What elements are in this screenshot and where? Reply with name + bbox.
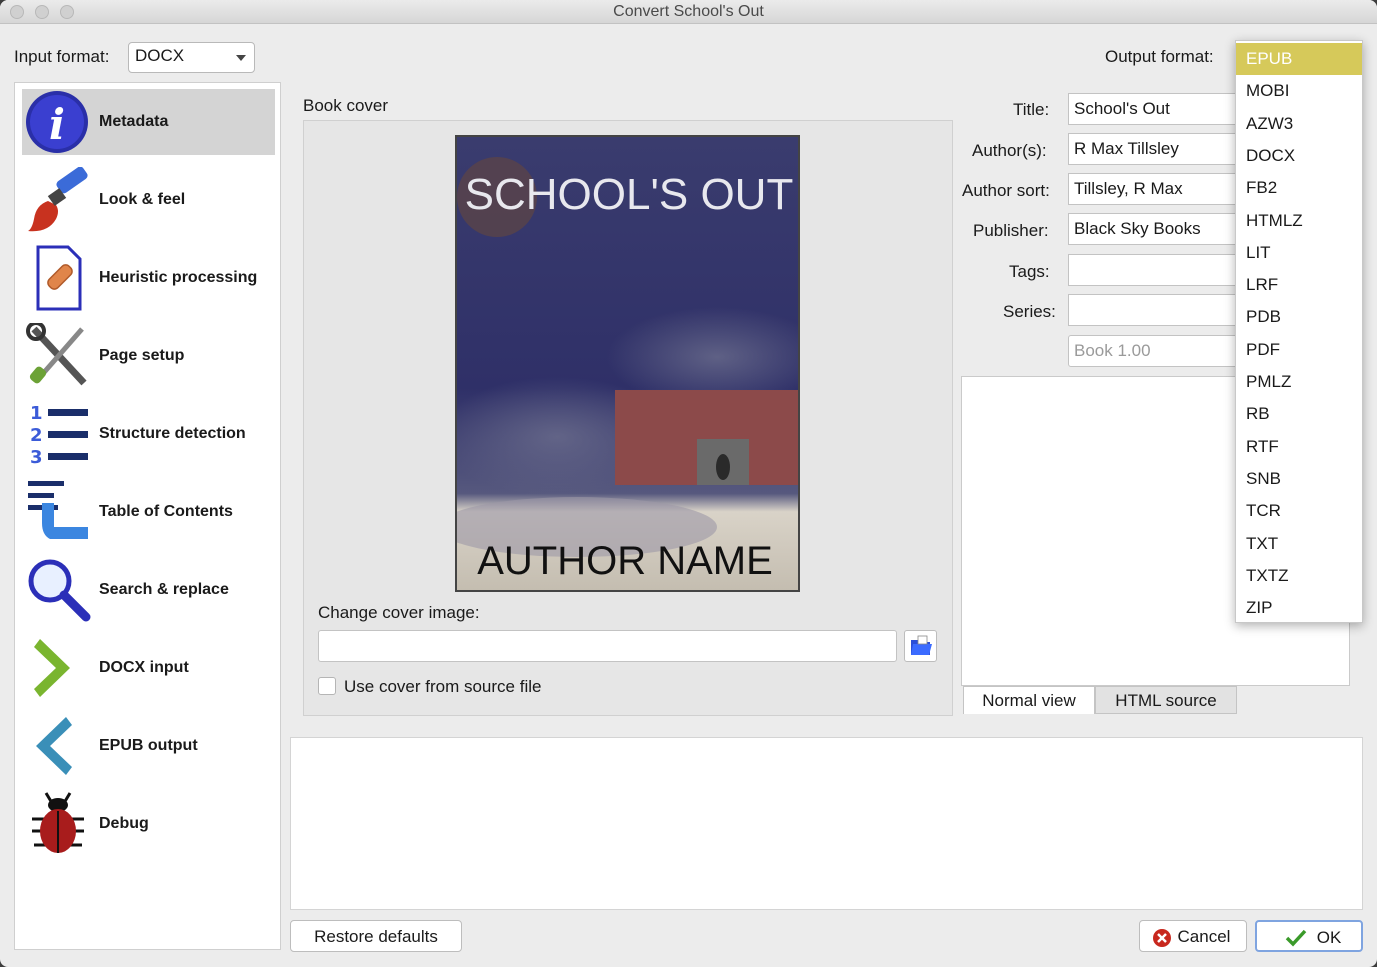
cancel-button[interactable]: Cancel (1139, 920, 1247, 952)
output-format-option[interactable]: MOBI (1236, 75, 1362, 107)
cancel-label: Cancel (1177, 927, 1231, 946)
convert-dialog: Convert School's Out Input format: DOCX … (0, 0, 1377, 967)
output-format-option[interactable]: SNB (1236, 463, 1362, 495)
sidebar-item-metadata[interactable]: i Metadata (22, 89, 275, 155)
change-cover-label: Change cover image: (318, 603, 480, 622)
output-format-option[interactable]: FB2 (1236, 172, 1362, 204)
authors-label: Author(s): (972, 141, 1047, 160)
svg-text:3: 3 (30, 447, 43, 467)
tags-label: Tags: (1009, 262, 1050, 281)
cover-image: SCHOOL'S OUT AUTHOR NAME (455, 135, 800, 592)
bug-icon (32, 792, 84, 853)
magnifier-icon (28, 559, 91, 622)
chevron-down-icon (236, 55, 246, 61)
sidebar-item-label: EPUB output (99, 737, 198, 754)
output-format-option[interactable]: ZIP (1236, 592, 1362, 624)
series-index-input[interactable]: Book 1.00 (1068, 335, 1243, 367)
output-format-dropdown[interactable]: EPUB MOBI AZW3 DOCX FB2 HTMLZ LIT LRF PDB PDF PMLZ… (1235, 40, 1363, 623)
toc-hand-icon (28, 481, 88, 539)
input-format-label: Input format: (14, 47, 110, 66)
sidebar-item-label: Search & replace (99, 581, 229, 598)
restore-defaults-button[interactable]: Restore defaults (290, 920, 462, 952)
checkmark-icon (1285, 929, 1307, 947)
svg-text:1: 1 (30, 403, 43, 424)
sidebar-item-epub-output[interactable]: EPUB output (22, 713, 275, 779)
output-format-option[interactable]: PMLZ (1236, 366, 1362, 398)
output-format-option[interactable]: LRF (1236, 269, 1362, 301)
sidebar-item-label: DOCX input (99, 659, 189, 676)
sidebar-item-label: Page setup (99, 347, 185, 364)
output-format-label: Output format: (1105, 47, 1214, 66)
sidebar-item-label: Heuristic processing (99, 269, 258, 286)
sidebar-item-structure-detection[interactable]: 1 2 3 Structure detection (22, 401, 275, 467)
output-format-option[interactable]: RTF (1236, 431, 1362, 463)
output-format-option[interactable]: PDF (1236, 334, 1362, 366)
output-format-option[interactable]: RB (1236, 398, 1362, 430)
folder-open-icon (911, 635, 932, 655)
authors-input[interactable]: R Max Tillsley (1068, 133, 1243, 165)
title-input[interactable]: School's Out (1068, 93, 1243, 125)
cancel-icon (1153, 929, 1171, 947)
title-label: Title: (1013, 100, 1050, 119)
output-format-option[interactable]: PDB (1236, 301, 1362, 333)
use-source-cover-label: Use cover from source file (344, 677, 542, 696)
cover-path-input[interactable] (318, 630, 897, 662)
book-cover-label: Book cover (303, 96, 389, 115)
output-format-option[interactable]: TCR (1236, 495, 1362, 527)
publisher-label: Publisher: (973, 221, 1049, 240)
sidebar-item-label: Metadata (99, 113, 169, 130)
sidebar-item-label: Look & feel (99, 191, 186, 208)
sidebar-item-label: Debug (99, 815, 149, 832)
svg-text:i: i (49, 100, 65, 149)
sidebar-item-debug[interactable]: Debug (22, 791, 275, 857)
chevron-right-icon (34, 639, 70, 697)
document-patch-icon (36, 245, 82, 311)
output-format-option[interactable]: EPUB (1236, 43, 1362, 75)
cover-title-text: SCHOOL'S OUT (465, 170, 794, 219)
ok-button[interactable]: OK (1255, 920, 1363, 952)
info-icon: i (26, 91, 88, 153)
chevron-left-icon (36, 717, 72, 775)
sidebar-item-label: Table of Contents (99, 503, 233, 520)
tools-icon (26, 323, 87, 386)
sidebar-item-page-setup[interactable]: Page setup (22, 323, 275, 389)
publisher-input[interactable]: Black Sky Books (1068, 213, 1243, 245)
author-sort-label: Author sort: (962, 181, 1050, 200)
output-format-option[interactable]: DOCX (1236, 140, 1362, 172)
sidebar-item-docx-input[interactable]: DOCX input (22, 635, 275, 701)
tab-html-source[interactable]: HTML source (1095, 686, 1237, 714)
sidebar: i Metadata Look & feel Heuristic process… (14, 82, 281, 950)
output-format-option[interactable]: LIT (1236, 237, 1362, 269)
output-format-option[interactable]: HTMLZ (1236, 205, 1362, 237)
tab-normal-view[interactable]: Normal view (963, 686, 1095, 714)
input-format-value: DOCX (135, 46, 185, 65)
sidebar-item-table-of-contents[interactable]: Table of Contents (22, 479, 275, 545)
use-source-cover-checkbox[interactable] (318, 677, 336, 695)
sidebar-item-heuristic-processing[interactable]: Heuristic processing (22, 245, 275, 311)
browse-cover-button[interactable] (904, 630, 937, 662)
help-text-panel (290, 737, 1363, 910)
cover-author-text: AUTHOR NAME (477, 539, 773, 583)
output-format-option[interactable]: AZW3 (1236, 108, 1362, 140)
numbered-list-icon: 1 2 3 (30, 403, 88, 467)
series-input[interactable] (1068, 294, 1243, 326)
svg-text:2: 2 (30, 425, 43, 446)
sidebar-item-search-replace[interactable]: Search & replace (22, 557, 275, 623)
sidebar-item-label: Structure detection (99, 425, 246, 442)
paintbrush-icon (28, 167, 88, 232)
sidebar-item-look-and-feel[interactable]: Look & feel (22, 167, 275, 233)
series-label: Series: (1003, 302, 1056, 321)
output-format-option[interactable]: TXT (1236, 528, 1362, 560)
tags-input[interactable] (1068, 254, 1243, 286)
title-bar: Convert School's Out (0, 0, 1377, 24)
window-title: Convert School's Out (613, 3, 764, 20)
input-format-select[interactable]: DOCX (128, 42, 255, 73)
author-sort-input[interactable]: Tillsley, R Max (1068, 173, 1243, 205)
output-format-option[interactable]: TXTZ (1236, 560, 1362, 592)
